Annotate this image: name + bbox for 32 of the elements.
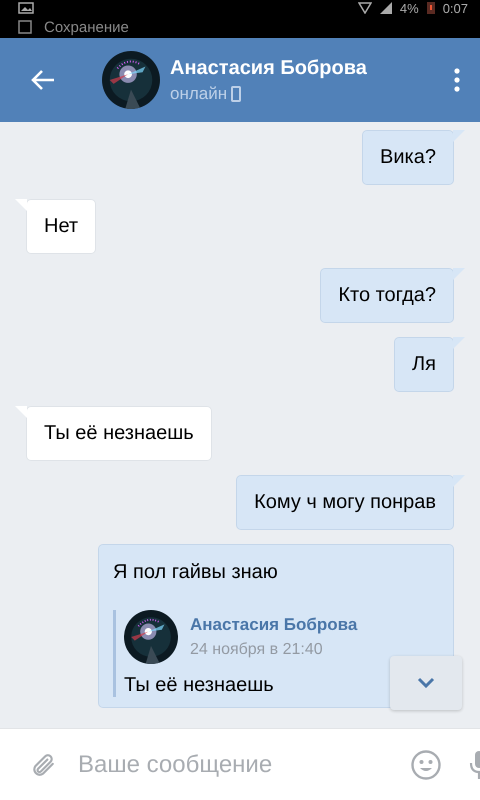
notification-text: Сохранение	[44, 18, 129, 36]
phone-icon	[231, 86, 242, 102]
forwarded-date: 24 ноября в 21:40	[190, 641, 324, 659]
forwarded-text: Ты её незнаешь	[124, 674, 274, 697]
message-bar[interactable]: Ваше сообщение	[0, 728, 480, 800]
chevron-down-icon	[416, 677, 436, 689]
forwarded-author[interactable]: Анастасия Боброва	[190, 615, 358, 635]
battery-percent: 4%	[400, 0, 419, 16]
contact-name: Анастасия Боброва	[170, 56, 368, 80]
wifi-icon	[358, 2, 372, 14]
online-status: онлайн	[170, 84, 228, 104]
back-arrow-icon	[30, 69, 56, 91]
image-icon	[18, 2, 34, 14]
clock: 0:07	[442, 0, 468, 16]
incoming-message: Нет	[26, 199, 96, 254]
bubble-tail	[453, 130, 465, 142]
bubble-tail	[15, 406, 27, 418]
outgoing-message: Кто тогда?	[320, 268, 454, 323]
smiley-icon	[410, 748, 442, 780]
outgoing-message: Вика?	[362, 130, 454, 185]
outgoing-message: Кому ч могу понрав	[236, 475, 454, 530]
message-text: Я пол гайвы знаю	[113, 561, 278, 584]
checkbox-icon	[18, 20, 32, 34]
battery-icon	[426, 2, 435, 14]
bubble-tail	[453, 337, 465, 349]
incoming-message: Ты её незнаешь	[26, 406, 212, 461]
bubble-tail	[453, 475, 465, 487]
signal-icon	[380, 2, 392, 14]
more-icon	[454, 68, 460, 92]
outgoing-message: Ля	[394, 337, 454, 392]
bubble-tail	[15, 199, 27, 211]
bubble-tail	[453, 268, 465, 280]
